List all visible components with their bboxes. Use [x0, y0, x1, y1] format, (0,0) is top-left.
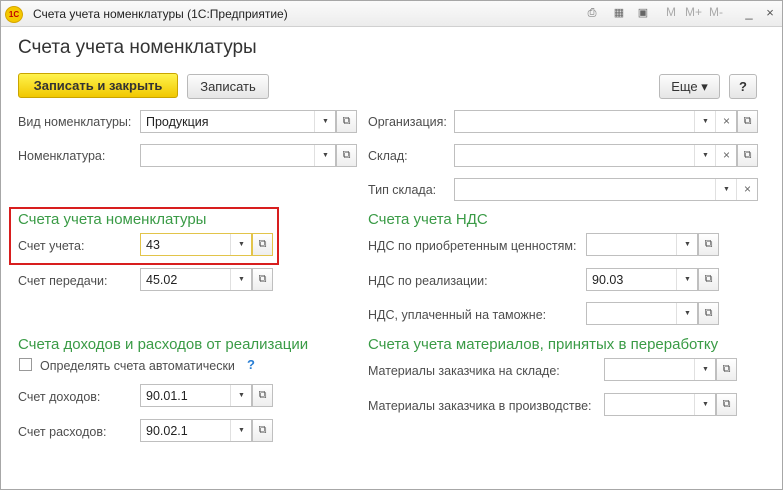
spreadsheet-icon[interactable]: ▦	[610, 5, 628, 21]
dropdown-icon[interactable]: ▼	[676, 303, 698, 324]
dropdown-icon[interactable]: ▼	[676, 269, 698, 290]
save-and-close-button[interactable]: Записать и закрыть	[18, 73, 178, 98]
open-icon[interactable]: ⧉	[252, 419, 273, 442]
schet-dohodov-value: 90.01.1	[146, 389, 188, 403]
accounts-section-title: Счета учета номенклатуры	[18, 211, 207, 228]
vat-customs-field[interactable]: ▼	[586, 302, 698, 325]
open-icon[interactable]: ⧉	[698, 233, 719, 256]
schet-dohodov-label: Счет доходов:	[18, 390, 101, 404]
schet-peredachi-field[interactable]: 45.02 ▼	[140, 268, 252, 291]
open-icon[interactable]: ⧉	[698, 302, 719, 325]
vat-section-title: Счета учета НДС	[368, 211, 488, 228]
open-icon[interactable]: ⧉	[716, 393, 737, 416]
vid-nomenklatury-label: Вид номенклатуры:	[18, 115, 132, 129]
vat-sales-label: НДС по реализации:	[368, 274, 488, 288]
open-icon[interactable]: ⧉	[252, 233, 273, 256]
materials-warehouse-field[interactable]: ▼	[604, 358, 716, 381]
minimize-icon[interactable]: _	[740, 4, 758, 22]
schet-rashodov-value: 90.02.1	[146, 424, 188, 438]
nomenklatura-label: Номенклатура:	[18, 149, 106, 163]
schet-peredachi-label: Счет передачи:	[18, 274, 108, 288]
vat-acquired-label: НДС по приобретенным ценностям:	[368, 239, 577, 253]
vat-sales-value: 90.03	[592, 273, 624, 287]
open-icon[interactable]: ⧉	[252, 268, 273, 291]
window-title: Счета учета номенклатуры (1С:Предприятие…	[33, 7, 288, 21]
vat-sales-field[interactable]: 90.03 ▼	[586, 268, 698, 291]
open-icon[interactable]: ⧉	[698, 268, 719, 291]
materials-section-title: Счета учета материалов, принятых в перер…	[368, 336, 719, 353]
open-icon[interactable]: ⧉	[336, 110, 357, 133]
dropdown-icon[interactable]: ▼	[676, 234, 698, 255]
tip-sklada-field[interactable]: ▼ ×	[454, 178, 758, 201]
schet-rashodov-label: Счет расходов:	[18, 425, 107, 439]
schet-ucheta-field[interactable]: 43 ▼	[140, 233, 252, 256]
sklad-field[interactable]: ▼ ×	[454, 144, 737, 167]
materials-production-field[interactable]: ▼	[604, 393, 716, 416]
dropdown-icon[interactable]: ▼	[230, 385, 252, 406]
materials-production-label: Материалы заказчика в производстве:	[368, 399, 592, 413]
materials-warehouse-label: Материалы заказчика на складе:	[368, 364, 560, 378]
open-icon[interactable]: ⧉	[336, 144, 357, 167]
dropdown-icon[interactable]: ▼	[230, 269, 252, 290]
title-bar: 1С Счета учета номенклатуры (1С:Предприя…	[1, 1, 782, 27]
print-icon[interactable]: ⎙	[583, 5, 601, 21]
auto-accounts-checkbox[interactable]	[19, 358, 32, 371]
dropdown-icon[interactable]: ▼	[314, 145, 336, 166]
dropdown-icon[interactable]: ▼	[694, 394, 716, 415]
open-icon[interactable]: ⧉	[716, 358, 737, 381]
help-button[interactable]: ?	[729, 74, 757, 99]
calendar-icon[interactable]: ▣	[634, 5, 652, 21]
auto-accounts-label: Определять счета автоматически	[40, 359, 235, 373]
vid-nomenklatury-value: Продукция	[146, 115, 209, 129]
income-section-title: Счета доходов и расходов от реализации	[18, 336, 309, 353]
schet-dohodov-field[interactable]: 90.01.1 ▼	[140, 384, 252, 407]
open-icon[interactable]: ⧉	[737, 110, 758, 133]
clear-icon[interactable]: ×	[715, 145, 737, 166]
schet-peredachi-value: 45.02	[146, 273, 178, 287]
1c-logo-icon: 1С	[5, 6, 23, 23]
organizaciya-field[interactable]: ▼ ×	[454, 110, 737, 133]
dropdown-icon[interactable]: ▼	[230, 420, 252, 441]
tip-sklada-label: Тип склада:	[368, 183, 437, 197]
dropdown-icon[interactable]: ▼	[715, 179, 737, 200]
dropdown-icon[interactable]: ▼	[694, 359, 716, 380]
save-button[interactable]: Записать	[187, 74, 269, 99]
memory-plus-button[interactable]: M+	[685, 5, 702, 19]
sklad-label: Склад:	[368, 149, 408, 163]
clear-icon[interactable]: ×	[736, 179, 758, 200]
memory-minus-button[interactable]: M-	[709, 5, 723, 19]
nomenklatura-field[interactable]: ▼	[140, 144, 336, 167]
open-icon[interactable]: ⧉	[252, 384, 273, 407]
page-title: Счета учета номенклатуры	[18, 37, 257, 58]
schet-ucheta-value: 43	[146, 238, 160, 252]
close-icon[interactable]: ×	[761, 4, 779, 22]
more-button[interactable]: Еще ▾	[659, 74, 720, 99]
dropdown-icon[interactable]: ▼	[314, 111, 336, 132]
dropdown-icon[interactable]: ▼	[694, 111, 716, 132]
vid-nomenklatury-field[interactable]: Продукция ▼	[140, 110, 336, 133]
organizaciya-label: Организация:	[368, 115, 447, 129]
dropdown-icon[interactable]: ▼	[230, 234, 252, 255]
help-icon[interactable]: ?	[247, 357, 255, 372]
schet-ucheta-label: Счет учета:	[18, 239, 85, 253]
open-icon[interactable]: ⧉	[737, 144, 758, 167]
vat-acquired-field[interactable]: ▼	[586, 233, 698, 256]
app-window: 1С Счета учета номенклатуры (1С:Предприя…	[0, 0, 783, 490]
clear-icon[interactable]: ×	[715, 111, 737, 132]
schet-rashodov-field[interactable]: 90.02.1 ▼	[140, 419, 252, 442]
memory-m-button[interactable]: M	[666, 5, 676, 19]
vat-customs-label: НДС, уплаченный на таможне:	[368, 308, 547, 322]
dropdown-icon[interactable]: ▼	[694, 145, 716, 166]
